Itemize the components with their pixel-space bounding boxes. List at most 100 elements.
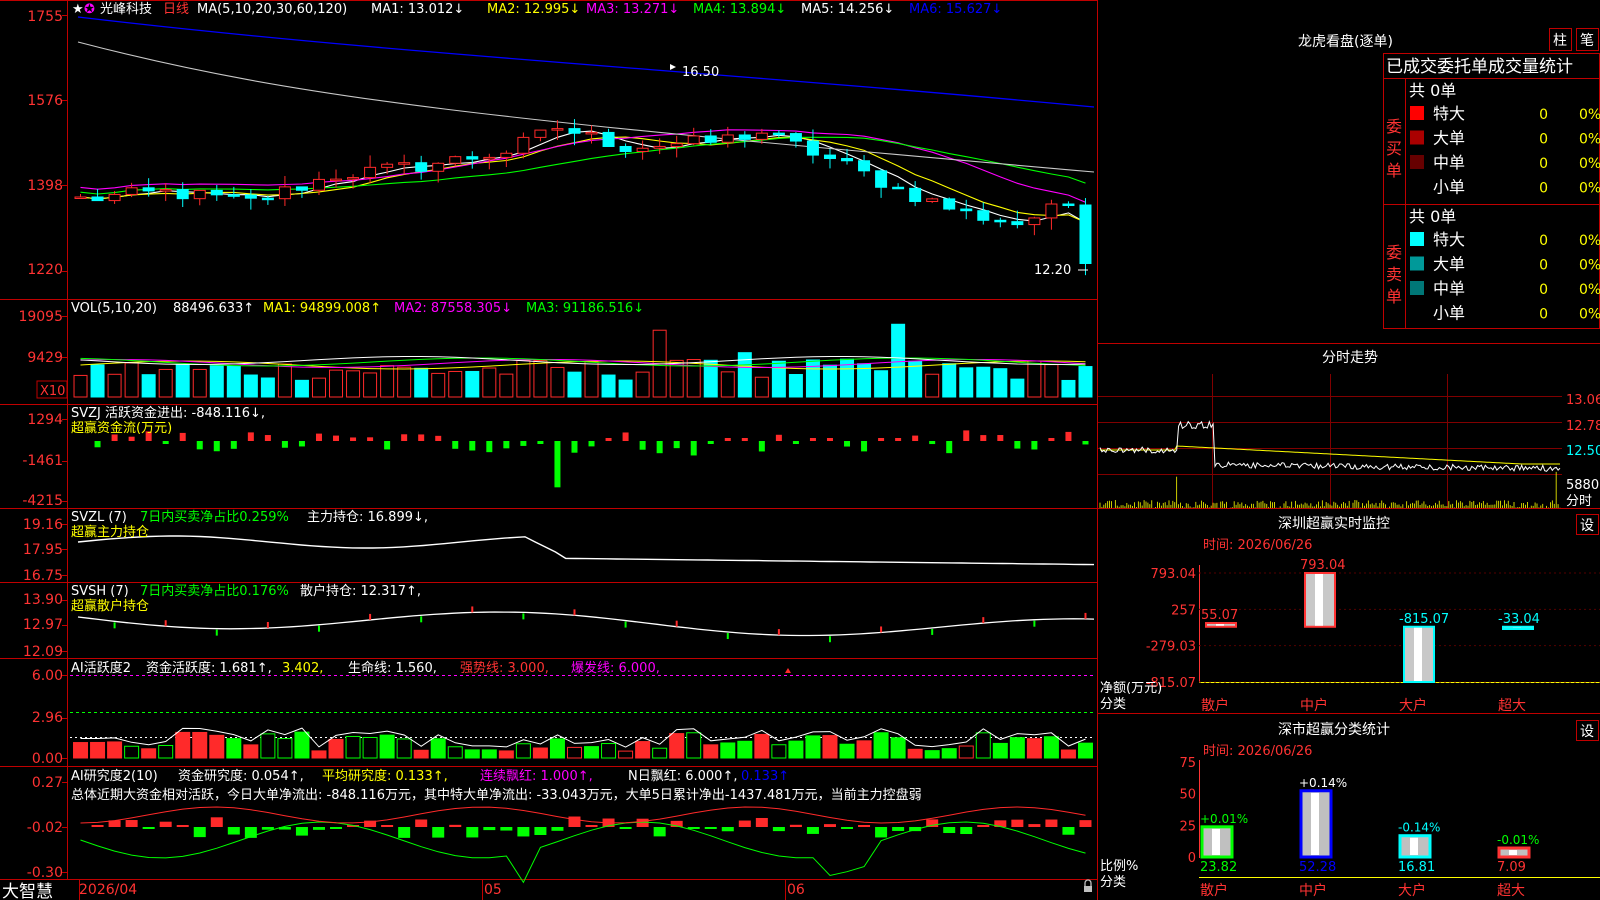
research-bar bbox=[755, 817, 768, 827]
candle-body bbox=[823, 154, 836, 160]
volume-bar bbox=[771, 360, 786, 398]
volume-bar bbox=[175, 364, 190, 398]
candle-body bbox=[91, 196, 104, 202]
candle-body bbox=[704, 135, 717, 143]
candle-body bbox=[500, 152, 513, 158]
retail-tick bbox=[215, 629, 218, 636]
candle-body bbox=[142, 187, 155, 192]
activity-bar bbox=[311, 750, 327, 759]
candle-body bbox=[1011, 221, 1024, 226]
flow-bar bbox=[554, 441, 561, 488]
ma2-value: MA2: 12.995↓ bbox=[487, 2, 580, 17]
sell-row-value: 0 bbox=[1539, 307, 1548, 323]
flow-bar bbox=[741, 438, 748, 441]
ai1-y-tick: 0.00 bbox=[32, 751, 63, 767]
activity-bar bbox=[584, 746, 600, 759]
svzl-ratio: 7日内买卖净占比0.259% bbox=[140, 509, 289, 525]
volume-bar bbox=[465, 370, 480, 398]
intraday-vol-tick: 5880 bbox=[1566, 478, 1599, 493]
activity-bar bbox=[975, 732, 991, 759]
vol-y-tick: 9429 bbox=[27, 350, 63, 366]
flow-bar bbox=[1014, 441, 1021, 449]
buy-total: 共 0单 bbox=[1409, 81, 1456, 100]
candle-body bbox=[449, 156, 462, 164]
classify-change-label: +0.01% bbox=[1200, 812, 1248, 826]
retail-tick bbox=[982, 617, 985, 624]
flow-bar bbox=[912, 435, 919, 441]
activity-bar bbox=[447, 746, 463, 759]
candle-body bbox=[602, 131, 615, 148]
volume-bar bbox=[1027, 360, 1042, 398]
flow-bar bbox=[196, 441, 203, 450]
volume-bar bbox=[635, 371, 650, 398]
svzj-title: SVZJ 活跃资金进出: -848.116↓, bbox=[71, 405, 265, 421]
ma-params: MA(5,10,20,30,60,120) bbox=[197, 2, 347, 17]
classify-time: 时间: 2026/06/26 bbox=[1203, 744, 1312, 759]
volume-bar bbox=[942, 363, 957, 398]
flow-bar bbox=[997, 435, 1004, 441]
activity-bar bbox=[822, 735, 838, 759]
bi-button[interactable]: 笔 bbox=[1576, 28, 1599, 51]
flow-bar bbox=[315, 433, 322, 441]
volume-bar bbox=[192, 368, 207, 398]
volume-bar bbox=[959, 367, 974, 398]
activity-bar bbox=[771, 744, 787, 759]
lock-icon[interactable] bbox=[1084, 879, 1092, 892]
star-icon[interactable]: ★ bbox=[72, 2, 84, 17]
flow-bar bbox=[94, 441, 101, 448]
ai1-y-axis: 6.00 2.96 0.00 bbox=[32, 668, 63, 767]
candle-body bbox=[227, 194, 240, 197]
vol-y-tick: 19095 bbox=[18, 309, 63, 325]
classify-change-label: -0.14% bbox=[1398, 821, 1440, 835]
activity-bar bbox=[737, 740, 753, 759]
candle-body bbox=[534, 129, 547, 138]
classify-value-label: 52.28 bbox=[1299, 860, 1336, 875]
kline-y-tick: 1755 bbox=[27, 9, 63, 25]
ai1-y-tick: 2.96 bbox=[32, 710, 63, 726]
volume-bar bbox=[601, 374, 616, 398]
svzj-y-tick: -4215 bbox=[22, 493, 63, 509]
monitor-category: 超大 bbox=[1498, 698, 1526, 714]
research-bar bbox=[295, 827, 308, 836]
activity-bar bbox=[652, 747, 668, 759]
classify-change-label: -0.01% bbox=[1497, 833, 1539, 847]
ai1-item: 3.402, bbox=[282, 661, 323, 676]
date-label: 2026/04 bbox=[79, 882, 137, 898]
ai2-title: AI研究度2(10) bbox=[71, 768, 158, 784]
classify-bar-shine bbox=[1212, 828, 1220, 855]
volume-bar bbox=[346, 370, 361, 398]
classify-value-label: 7.09 bbox=[1497, 860, 1526, 875]
activity-bar bbox=[107, 741, 123, 759]
candle-body bbox=[841, 158, 854, 162]
research-bar bbox=[432, 827, 445, 838]
activity-bar bbox=[788, 740, 804, 759]
svsh-subtitle: 超赢散户持仓 bbox=[71, 598, 149, 614]
research-bar bbox=[227, 827, 240, 835]
volume-bar bbox=[158, 368, 173, 398]
svzj-y-tick: 1294 bbox=[27, 412, 63, 428]
flow-bar bbox=[247, 432, 254, 441]
flow-bar bbox=[452, 441, 459, 449]
research-bar bbox=[806, 827, 819, 834]
buy-side-label: 买 bbox=[1386, 139, 1402, 158]
retail-tick bbox=[1084, 612, 1087, 619]
activity-bar bbox=[464, 749, 480, 759]
monitor-category: 大户 bbox=[1399, 697, 1427, 714]
monitor-settings-button[interactable]: 设 bbox=[1576, 514, 1599, 535]
monitor-settings-label: 设 bbox=[1580, 518, 1594, 534]
candle-body bbox=[721, 134, 734, 143]
classify-settings-button[interactable]: 设 bbox=[1576, 720, 1599, 741]
activity-bar bbox=[226, 738, 242, 759]
volume-bar bbox=[1078, 366, 1093, 398]
volume-bar bbox=[499, 373, 514, 398]
candle-body bbox=[943, 198, 956, 210]
zhu-button[interactable]: 柱 bbox=[1549, 28, 1572, 51]
flow-bar bbox=[230, 441, 237, 449]
activity-bar bbox=[192, 731, 208, 759]
activity-bar bbox=[413, 749, 429, 759]
candle-body bbox=[398, 162, 411, 165]
candle-body bbox=[193, 189, 206, 200]
flow-bar bbox=[128, 436, 135, 441]
dragon-header: 已成交委托单成交量统计 bbox=[1386, 57, 1573, 77]
period-label[interactable]: 日线 bbox=[163, 2, 189, 17]
